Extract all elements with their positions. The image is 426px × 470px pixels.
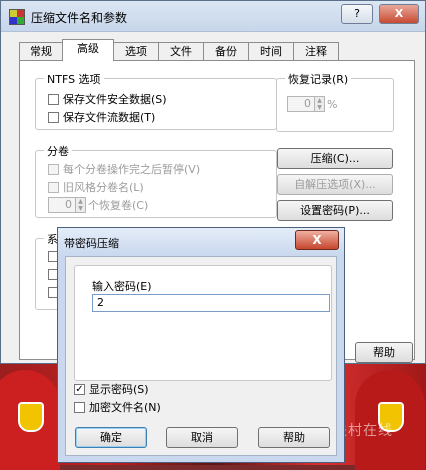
save-streams-label: 保存文件流数据(T) — [63, 111, 156, 124]
show-password-checkbox[interactable]: ✓ 显示密码(S) — [74, 381, 149, 397]
tab-general[interactable]: 常规 — [19, 42, 63, 60]
sfx-options-button[interactable]: 自解压选项(X)... — [277, 174, 393, 195]
checkbox-box[interactable] — [48, 181, 59, 193]
tab-comment[interactable]: 注释 — [293, 42, 339, 60]
ntfs-options-group: NTFS 选项 保存文件安全数据(S) 保存文件流数据(T) — [35, 71, 277, 130]
dialog-title-bar: 带密码压缩 X — [58, 228, 344, 256]
main-help-button[interactable]: 帮助 — [355, 342, 413, 363]
password-input[interactable]: 2 — [92, 294, 330, 312]
recovery-volumes-spinner[interactable]: 0 ▲ ▼ 个恢复卷(C) — [48, 197, 148, 213]
help-title-button[interactable]: ? — [341, 4, 373, 24]
checkmark-icon[interactable]: ✓ — [74, 383, 85, 395]
ntfs-options-legend: NTFS 选项 — [44, 71, 104, 87]
save-streams-checkbox[interactable]: 保存文件流数据(T) — [48, 109, 155, 125]
spinner-arrows-icon[interactable]: ▲ ▼ — [76, 197, 86, 213]
recovery-volumes-value[interactable]: 0 — [48, 197, 76, 213]
recovery-unit-label: % — [327, 97, 338, 111]
club-crest-icon — [18, 402, 44, 432]
tab-backup[interactable]: 备份 — [203, 42, 249, 60]
recovery-record-legend: 恢复记录(R) — [285, 71, 352, 87]
title-bar: 压缩文件名和参数 ? X — [1, 1, 425, 32]
dialog-title: 带密码压缩 — [64, 237, 119, 250]
checkbox-box[interactable] — [48, 93, 59, 105]
pause-each-volume-label: 每个分卷操作完之后暂停(V) — [63, 163, 201, 176]
password-input-label: 输入密码(E) — [92, 280, 152, 293]
dialog-help-button[interactable]: 帮助 — [258, 427, 330, 448]
volume-group: 分卷 每个分卷操作完之后暂停(V) 旧风格分卷名(L) 0 ▲ ▼ 个恢复卷(C) — [35, 143, 277, 218]
winrar-app-icon — [9, 9, 25, 25]
recovery-volumes-label: 个恢复卷(C) — [88, 199, 149, 212]
tab-options[interactable]: 选项 — [113, 42, 159, 60]
recovery-record-group: 恢复记录(R) 0 ▲ ▼ % — [276, 71, 394, 132]
password-group: 输入密码(E) 2 — [74, 265, 332, 381]
encrypt-names-checkbox[interactable]: 加密文件名(N) — [74, 399, 161, 415]
cancel-button[interactable]: 取消 — [166, 427, 238, 448]
pause-each-volume-checkbox[interactable]: 每个分卷操作完之后暂停(V) — [48, 161, 200, 177]
checkbox-box[interactable] — [48, 111, 59, 123]
set-password-button[interactable]: 设置密码(P)... — [277, 200, 393, 221]
save-security-checkbox[interactable]: 保存文件安全数据(S) — [48, 91, 167, 107]
checkbox-box[interactable] — [48, 163, 59, 175]
dialog-body: 输入密码(E) 2 ✓ 显示密码(S) 加密文件名(N) 确定 取消 帮助 — [65, 256, 337, 456]
show-password-label: 显示密码(S) — [89, 383, 149, 396]
tab-files[interactable]: 文件 — [158, 42, 204, 60]
encrypt-names-label: 加密文件名(N) — [89, 401, 161, 414]
recovery-record-value[interactable]: 0 — [287, 96, 315, 112]
tab-advanced[interactable]: 高级 — [62, 39, 114, 61]
spinner-arrows-icon[interactable]: ▲ ▼ — [315, 96, 325, 112]
old-style-names-label: 旧风格分卷名(L) — [63, 181, 144, 194]
checkbox-box[interactable] — [74, 401, 85, 413]
close-window-button[interactable]: X — [379, 4, 419, 24]
compression-settings-button[interactable]: 压缩(C)... — [277, 148, 393, 169]
tab-time[interactable]: 时间 — [248, 42, 294, 60]
recovery-record-spinner[interactable]: 0 ▲ ▼ % — [287, 96, 337, 112]
save-security-label: 保存文件安全数据(S) — [63, 93, 167, 106]
old-style-names-checkbox[interactable]: 旧风格分卷名(L) — [48, 179, 144, 195]
ok-button[interactable]: 确定 — [75, 427, 147, 448]
password-dialog: 带密码压缩 X 输入密码(E) 2 ✓ 显示密码(S) 加密文件名(N) 确定 … — [57, 227, 345, 463]
window-title: 压缩文件名和参数 — [31, 11, 128, 25]
volume-legend: 分卷 — [44, 143, 72, 159]
dialog-close-button[interactable]: X — [295, 230, 339, 250]
